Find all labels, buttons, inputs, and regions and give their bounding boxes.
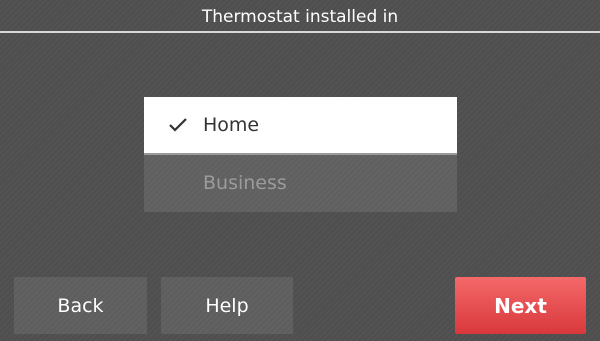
option-business[interactable]: Business xyxy=(144,155,457,212)
option-business-label: Business xyxy=(203,172,287,194)
next-button[interactable]: Next xyxy=(455,277,586,334)
option-home-label: Home xyxy=(203,114,260,136)
title-divider xyxy=(0,31,600,33)
option-home[interactable]: Home xyxy=(144,97,457,155)
checkmark-icon xyxy=(168,97,188,153)
installation-options-list: Home Business xyxy=(144,97,457,212)
screen-title: Thermostat installed in xyxy=(201,7,399,27)
help-button[interactable]: Help xyxy=(161,277,293,334)
back-button[interactable]: Back xyxy=(14,277,147,334)
